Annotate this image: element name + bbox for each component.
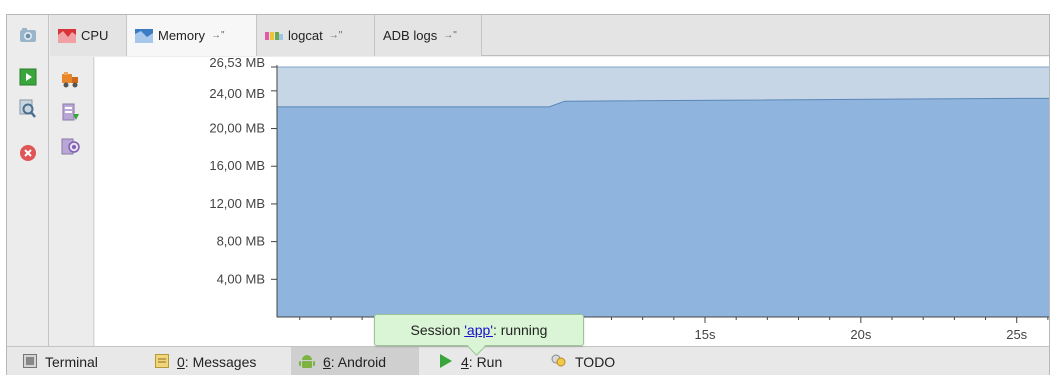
screenshot-icon[interactable] (18, 25, 38, 45)
y-tick-label: 12,00 MB (209, 196, 265, 211)
allocation-tracker-icon[interactable] (61, 137, 81, 157)
y-tick-label: 26,53 MB (209, 57, 265, 70)
android-button[interactable]: 6: Android (291, 347, 419, 375)
tab-label: CPU (81, 28, 109, 43)
tooltip-app-link[interactable]: 'app' (464, 322, 493, 338)
run-icon[interactable] (18, 67, 38, 87)
run-number: 4 (461, 354, 469, 370)
todo-button[interactable]: TODO (543, 347, 623, 375)
run-label: : Run (468, 354, 503, 370)
zoom-search-icon[interactable] (18, 99, 38, 119)
tab-logcat[interactable]: logcat →" (257, 15, 375, 56)
todo-label: TODO (575, 354, 616, 370)
android-number: 6 (323, 354, 331, 370)
x-tick-label: 15s (695, 327, 716, 342)
messages-icon (155, 353, 169, 371)
messages-number: 0 (177, 354, 185, 370)
monitor-tab-bar: CPU Memory →" logcat →" ADB logs →" (50, 15, 1049, 56)
tooltip-suffix: : running (492, 322, 548, 338)
allocated-memory-area (276, 97, 1049, 318)
y-tick-label: 4,00 MB (217, 271, 265, 286)
x-tick-label: 20s (850, 327, 871, 342)
terminal-button[interactable]: Terminal (15, 347, 106, 375)
memory-toolbar (50, 57, 94, 346)
gc-truck-icon[interactable] (61, 71, 81, 91)
tab-label: logcat (288, 28, 323, 43)
dump-heap-icon[interactable] (61, 103, 81, 123)
run-tool-button[interactable]: 4: Run (431, 347, 510, 375)
tab-adb-logs[interactable]: ADB logs →" (375, 15, 482, 56)
y-tick-label: 24,00 MB (209, 86, 265, 101)
messages-button[interactable]: 0: Messages (147, 347, 264, 375)
terminal-label: Terminal (45, 354, 98, 370)
x-tick-label: 25s (1006, 327, 1027, 342)
tool-window-bar: Terminal 0: Messages 6: Android 4: Run T… (7, 346, 1049, 375)
left-toolbar (7, 15, 49, 346)
memory-chart: 26,53 MB 24,00 MB 20,00 MB 16,00 MB 12,00 MB… (95, 57, 1049, 346)
cpu-chart-icon (58, 28, 76, 43)
stop-icon[interactable] (18, 143, 38, 163)
tab-cpu[interactable]: CPU (50, 15, 127, 56)
memory-chart-svg: 26,53 MB 24,00 MB 20,00 MB 16,00 MB 12,00 MB… (209, 57, 1049, 342)
logcat-icon (265, 29, 283, 43)
run-play-icon (439, 353, 453, 371)
tab-label: ADB logs (383, 28, 438, 43)
y-tick-label: 16,00 MB (209, 158, 265, 173)
tab-label: Memory (158, 28, 205, 43)
session-tooltip: Session 'app' : running (374, 314, 584, 346)
tab-memory[interactable]: Memory →" (127, 15, 257, 56)
pin-icon[interactable]: →" (443, 30, 457, 41)
todo-icon (551, 354, 567, 371)
terminal-icon (23, 353, 37, 371)
pin-icon[interactable]: →" (329, 30, 343, 41)
y-tick-label: 20,00 MB (209, 121, 265, 136)
messages-label: : Messages (184, 354, 257, 370)
y-tick-label: 8,00 MB (217, 234, 265, 249)
android-label: : Android (330, 354, 387, 370)
pin-icon[interactable]: →" (211, 30, 225, 41)
android-icon (299, 353, 315, 372)
memory-chart-icon (135, 28, 153, 43)
tooltip-prefix: Session (410, 322, 465, 338)
